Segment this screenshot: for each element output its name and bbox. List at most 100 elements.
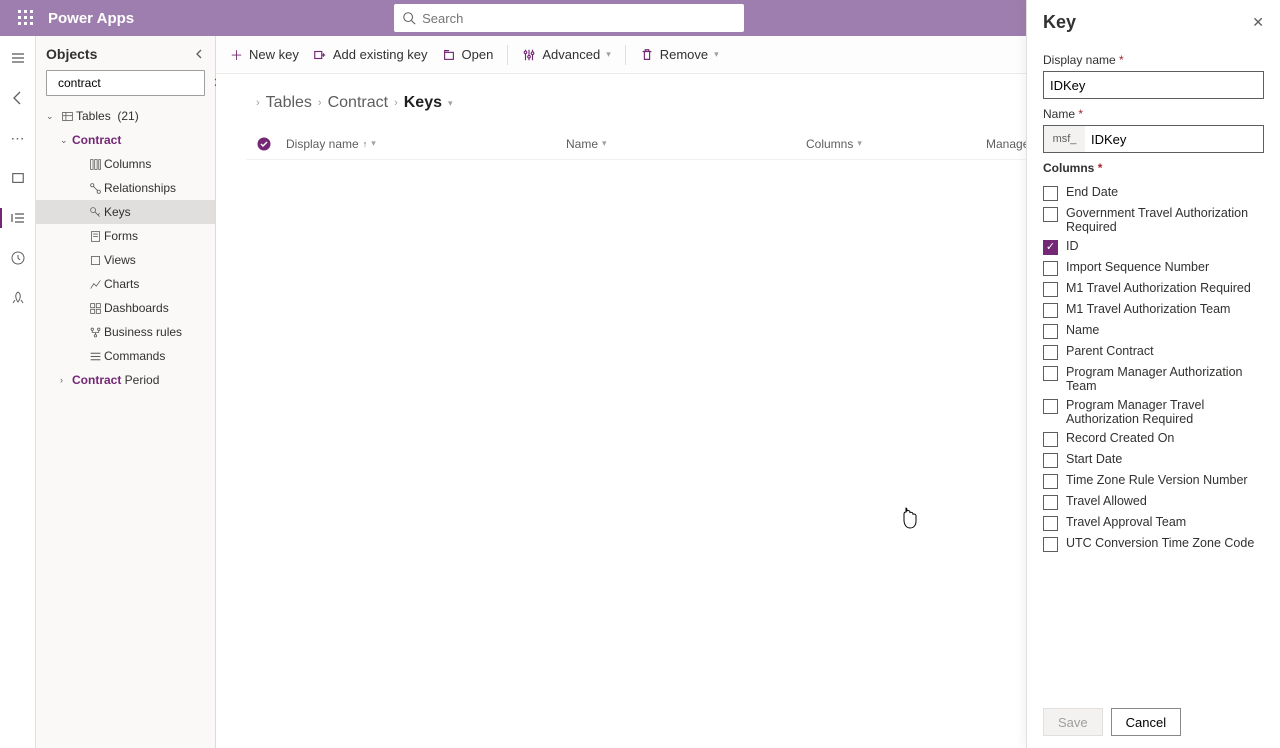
chevron-right-icon: › (256, 97, 260, 109)
save-button[interactable]: Save (1043, 708, 1103, 736)
checkbox[interactable] (1043, 186, 1058, 201)
open-icon (442, 48, 456, 62)
column-checkbox-row[interactable]: Government Travel Authorization Required (1043, 206, 1264, 234)
checkbox-label: Start Date (1066, 452, 1122, 466)
checkbox[interactable] (1043, 432, 1058, 447)
tree-contract[interactable]: ⌄ Contract (36, 128, 215, 152)
business-rules-icon (86, 326, 104, 339)
checkbox[interactable] (1043, 207, 1058, 222)
select-all-check[interactable] (256, 136, 286, 152)
objects-search-input[interactable] (58, 76, 213, 90)
list-icon[interactable] (4, 204, 32, 232)
tree-relationships[interactable]: Relationships (36, 176, 215, 200)
objects-search[interactable]: ✕ (46, 70, 205, 96)
objects-panel: Objects ✕ ⌄ Tables (21) ⌄ Contract Colum… (36, 36, 216, 748)
columns-icon (86, 158, 104, 171)
checkbox-label: M1 Travel Authorization Team (1066, 302, 1230, 316)
checkbox[interactable] (1043, 303, 1058, 318)
advanced-button[interactable]: Advanced▾ (522, 47, 610, 62)
collapse-icon[interactable] (193, 48, 205, 60)
column-checkbox-row[interactable]: Start Date (1043, 452, 1264, 468)
tree-commands[interactable]: Commands (36, 344, 215, 368)
column-checkbox-row[interactable]: M1 Travel Authorization Required (1043, 281, 1264, 297)
hamburger-icon[interactable] (4, 44, 32, 72)
col-columns[interactable]: Columns▾ (806, 137, 986, 151)
add-existing-key-button[interactable]: Add existing key (313, 47, 428, 62)
column-checkbox-row[interactable]: End Date (1043, 185, 1264, 201)
close-icon[interactable]: ✕ (1252, 14, 1264, 31)
sort-up-icon: ↑ (363, 139, 368, 149)
columns-label: Columns * (1043, 161, 1264, 175)
column-checkbox-row[interactable]: Program Manager Travel Authorization Req… (1043, 398, 1264, 426)
column-checkbox-row[interactable]: Name (1043, 323, 1264, 339)
objects-title: Objects (46, 46, 97, 62)
remove-button[interactable]: Remove▾ (640, 47, 719, 62)
checkbox[interactable] (1043, 474, 1058, 489)
column-checkbox-row[interactable]: Travel Approval Team (1043, 515, 1264, 531)
tree-contract-period[interactable]: › Contract Period (36, 368, 215, 392)
charts-icon (86, 278, 104, 291)
history-icon[interactable] (4, 244, 32, 272)
more-icon[interactable]: ⋯ (4, 124, 32, 152)
column-checkbox-row[interactable]: Time Zone Rule Version Number (1043, 473, 1264, 489)
tree-charts[interactable]: Charts (36, 272, 215, 296)
column-checkbox-row[interactable]: Record Created On (1043, 431, 1264, 447)
checkbox-label: Travel Approval Team (1066, 515, 1186, 529)
open-button[interactable]: Open (442, 47, 494, 62)
search-icon (402, 11, 416, 25)
global-search[interactable] (394, 4, 744, 32)
col-display-name[interactable]: Display name↑▾ (286, 137, 566, 151)
column-checkbox-row[interactable]: Travel Allowed (1043, 494, 1264, 510)
tree-forms[interactable]: Forms (36, 224, 215, 248)
tree-business-rules[interactable]: Business rules (36, 320, 215, 344)
relationships-icon (86, 182, 104, 195)
column-checkbox-row[interactable]: UTC Conversion Time Zone Code (1043, 536, 1264, 552)
column-checkbox-row[interactable]: ID (1043, 239, 1264, 255)
column-checkbox-row[interactable]: Import Sequence Number (1043, 260, 1264, 276)
column-checkbox-row[interactable]: Program Manager Authorization Team (1043, 365, 1264, 393)
checkbox[interactable] (1043, 324, 1058, 339)
breadcrumb-keys: Keys (404, 94, 442, 112)
waffle-icon[interactable] (8, 0, 44, 36)
checkbox[interactable] (1043, 240, 1058, 255)
new-key-button[interactable]: ＋New key (230, 45, 299, 64)
column-checkbox-row[interactable]: Parent Contract (1043, 344, 1264, 360)
checkbox[interactable] (1043, 366, 1058, 381)
breadcrumb-contract[interactable]: Contract (328, 94, 388, 112)
checkbox-label: Name (1066, 323, 1099, 337)
checkbox-label: Program Manager Travel Authorization Req… (1066, 398, 1264, 426)
tree-columns[interactable]: Columns (36, 152, 215, 176)
display-name-label: Display name * (1043, 53, 1264, 67)
dashboards-icon (86, 302, 104, 315)
tree-keys[interactable]: Keys (36, 200, 215, 224)
rocket-icon[interactable] (4, 284, 32, 312)
display-name-input[interactable] (1043, 71, 1264, 99)
checkbox-label: End Date (1066, 185, 1118, 199)
col-name[interactable]: Name▾ (566, 137, 806, 151)
checkbox[interactable] (1043, 261, 1058, 276)
checkbox-label: Travel Allowed (1066, 494, 1147, 508)
checkbox[interactable] (1043, 495, 1058, 510)
tree-dashboards[interactable]: Dashboards (36, 296, 215, 320)
chevron-down-icon: ▾ (602, 138, 607, 149)
app-title: Power Apps (48, 10, 134, 27)
tree-views[interactable]: Views (36, 248, 215, 272)
chevron-down-icon[interactable]: ▾ (448, 98, 453, 109)
checkbox[interactable] (1043, 453, 1058, 468)
chevron-down-icon: ▾ (371, 138, 376, 149)
tree-tables[interactable]: ⌄ Tables (21) (36, 104, 215, 128)
checkbox-label: Record Created On (1066, 431, 1174, 445)
chevron-right-icon: › (394, 97, 398, 109)
cancel-button[interactable]: Cancel (1111, 708, 1181, 736)
name-input[interactable] (1085, 125, 1264, 153)
checkbox[interactable] (1043, 537, 1058, 552)
checkbox[interactable] (1043, 399, 1058, 414)
back-icon[interactable] (4, 84, 32, 112)
checkbox[interactable] (1043, 516, 1058, 531)
checkbox[interactable] (1043, 345, 1058, 360)
checkbox[interactable] (1043, 282, 1058, 297)
rectangle-icon[interactable] (4, 164, 32, 192)
breadcrumb-tables[interactable]: Tables (266, 94, 312, 112)
global-search-input[interactable] (422, 11, 736, 26)
column-checkbox-row[interactable]: M1 Travel Authorization Team (1043, 302, 1264, 318)
